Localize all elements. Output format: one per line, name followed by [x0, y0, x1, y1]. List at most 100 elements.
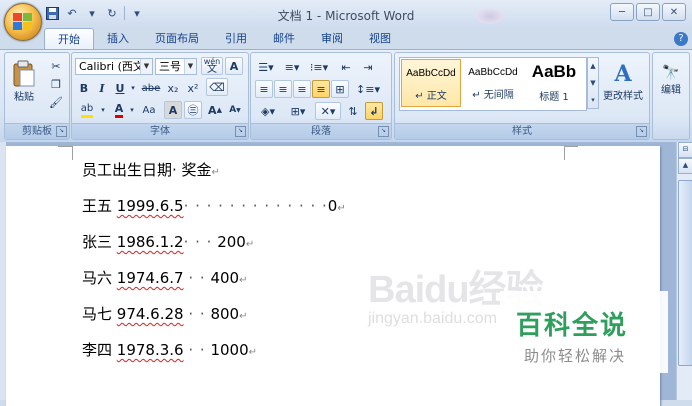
- align-left-icon[interactable]: ≡: [255, 80, 273, 98]
- line-spacing-icon[interactable]: ↕≡▾: [355, 80, 381, 98]
- font-family-select[interactable]: Calibri (西文正文) ▼: [75, 58, 153, 75]
- paragraph-group-label: 段落: [251, 123, 391, 139]
- crop-mark: [58, 146, 72, 147]
- window-title: 文档 1 - Microsoft Word: [277, 9, 415, 23]
- superscript-button[interactable]: x²: [184, 79, 202, 97]
- increase-indent-icon[interactable]: ⇥: [359, 58, 377, 76]
- multilevel-list-icon[interactable]: ⁝≡▾: [307, 58, 331, 76]
- bold-button[interactable]: B: [76, 79, 92, 97]
- change-styles-button[interactable]: A 更改样式: [601, 57, 645, 105]
- shading-icon[interactable]: ◈▾: [255, 102, 281, 120]
- gallery-down-icon[interactable]: ▼: [588, 75, 598, 92]
- font-group-label: 字体: [72, 123, 248, 139]
- data-line: 李四 1978.3.6 · · 1000↵: [82, 332, 346, 368]
- help-icon[interactable]: ?: [674, 32, 688, 46]
- tab-home[interactable]: 开始: [44, 28, 94, 50]
- distributed-icon[interactable]: ⊞: [331, 80, 349, 98]
- gallery-more-icon[interactable]: ▾: [588, 92, 598, 108]
- styles-gallery-scroll[interactable]: ▲ ▼ ▾: [587, 57, 599, 109]
- format-painter-icon[interactable]: 🖌: [47, 93, 65, 111]
- employee-name: 张三: [82, 233, 117, 251]
- borders-icon[interactable]: ⊞▾: [285, 102, 311, 120]
- editing-group: 🔭 编辑: [652, 52, 690, 140]
- bonus-amount: 1000: [210, 341, 249, 359]
- header-line: 员工出生日期· 奖金↵: [82, 152, 346, 188]
- enclose-char-icon[interactable]: ㊂: [184, 101, 202, 119]
- char-border-button[interactable]: A: [225, 57, 243, 75]
- change-styles-icon: A: [614, 60, 632, 87]
- chevron-down-icon: ▼: [184, 59, 196, 74]
- phonetic-guide-button[interactable]: wén 文: [201, 57, 223, 75]
- subscript-button[interactable]: x₂: [164, 79, 182, 97]
- font-launcher-icon[interactable]: ↘: [235, 126, 246, 137]
- tab-review[interactable]: 审阅: [308, 28, 356, 49]
- birth-date: 1974.6.7: [116, 269, 184, 287]
- clipboard-launcher-icon[interactable]: ↘: [56, 126, 67, 137]
- vertical-scrollbar[interactable]: ⊟ ▲: [676, 142, 692, 400]
- show-marks-icon[interactable]: ↲: [365, 102, 383, 120]
- font-size-select[interactable]: 三号 ▼: [155, 58, 197, 75]
- highlight-dropdown-icon[interactable]: ▾: [99, 101, 107, 119]
- scroll-thumb[interactable]: [678, 180, 692, 366]
- tab-references[interactable]: 引用: [212, 28, 260, 49]
- crop-mark: [564, 146, 579, 160]
- underline-dropdown-icon[interactable]: ▾: [128, 79, 138, 97]
- decrease-indent-icon[interactable]: ⇤: [337, 58, 355, 76]
- char-shading-icon[interactable]: A: [164, 101, 182, 119]
- chinese-layout-icon[interactable]: ✕▾: [315, 102, 341, 120]
- office-button[interactable]: [4, 3, 42, 41]
- document-text[interactable]: 员工出生日期· 奖金↵ 王五 1999.6.5· · · · · · · · ·…: [82, 152, 346, 368]
- align-right-icon[interactable]: ≡: [293, 80, 311, 98]
- paste-button[interactable]: 粘贴: [9, 57, 39, 105]
- birth-date: 1999.6.5: [116, 197, 184, 215]
- employee-name: 王五: [82, 197, 117, 215]
- tab-mailings[interactable]: 邮件: [260, 28, 308, 49]
- styles-launcher-icon[interactable]: ↘: [636, 126, 647, 137]
- gallery-up-icon[interactable]: ▲: [588, 58, 598, 75]
- strikethrough-button[interactable]: abe: [140, 79, 162, 97]
- tab-view[interactable]: 视图: [356, 28, 404, 49]
- shrink-font-button[interactable]: A ▼: [226, 101, 244, 119]
- font-size-value: 三号: [159, 60, 181, 73]
- tab-insert[interactable]: 插入: [94, 28, 142, 49]
- badge-subtitle: 助你轻松解决: [524, 347, 627, 365]
- underline-button[interactable]: U: [112, 79, 128, 97]
- close-button[interactable]: ✕: [662, 3, 686, 21]
- paragraph-launcher-icon[interactable]: ↘: [378, 126, 389, 137]
- sort-icon[interactable]: ⇅: [344, 102, 362, 120]
- italic-button[interactable]: I: [94, 79, 110, 97]
- maximize-button[interactable]: □: [636, 3, 660, 21]
- highlight-color-icon[interactable]: ab: [76, 101, 98, 119]
- shrink-font-label: A: [229, 105, 237, 115]
- paragraph-mark: ↵: [239, 311, 248, 322]
- scroll-up-icon[interactable]: ▲: [678, 158, 692, 174]
- copy-icon[interactable]: ❐: [47, 75, 65, 93]
- cut-icon[interactable]: ✂: [47, 57, 65, 75]
- justify-icon[interactable]: ≡: [312, 80, 330, 98]
- minimize-button[interactable]: ─: [610, 3, 634, 21]
- align-center-icon[interactable]: ≡: [274, 80, 292, 98]
- chevron-down-icon: ▼: [140, 59, 152, 74]
- header-text: 员工出生日期· 奖金: [82, 161, 212, 179]
- tab-page-layout[interactable]: 页面布局: [142, 28, 212, 49]
- editing-button[interactable]: 🔭 编辑: [655, 57, 687, 103]
- style-normal[interactable]: AaBbCcDd ↵ 正文: [401, 59, 461, 107]
- font-color-icon[interactable]: A: [110, 101, 128, 119]
- clear-formatting-icon[interactable]: ⌫: [206, 78, 228, 96]
- styles-group: AaBbCcDd ↵ 正文 AaBbCcDd ↵ 无间隔 AaBb 标题 1 ▲…: [394, 52, 650, 140]
- employee-name: 李四: [82, 341, 117, 359]
- font-group: Calibri (西文正文) ▼ 三号 ▼ wén文 A B I U ▾ abe…: [71, 52, 249, 140]
- style-no-spacing[interactable]: AaBbCcDd ↵ 无间隔: [463, 59, 523, 107]
- bonus-amount: 200: [217, 233, 246, 251]
- binoculars-icon: 🔭: [662, 64, 680, 81]
- office-logo-icon: [13, 13, 32, 30]
- style-heading-1[interactable]: AaBb 标题 1: [524, 59, 584, 107]
- bullets-icon[interactable]: ☰▾: [255, 58, 277, 76]
- change-case-button[interactable]: Aa: [138, 101, 160, 119]
- grow-font-button[interactable]: A ▲: [206, 101, 224, 119]
- font-color-dropdown-icon[interactable]: ▾: [128, 101, 136, 119]
- numbering-icon[interactable]: ≡▾: [281, 58, 303, 76]
- ruler-toggle-icon[interactable]: ⊟: [678, 142, 692, 158]
- bonus-amount: 800: [210, 305, 240, 323]
- editing-label: 编辑: [661, 84, 681, 96]
